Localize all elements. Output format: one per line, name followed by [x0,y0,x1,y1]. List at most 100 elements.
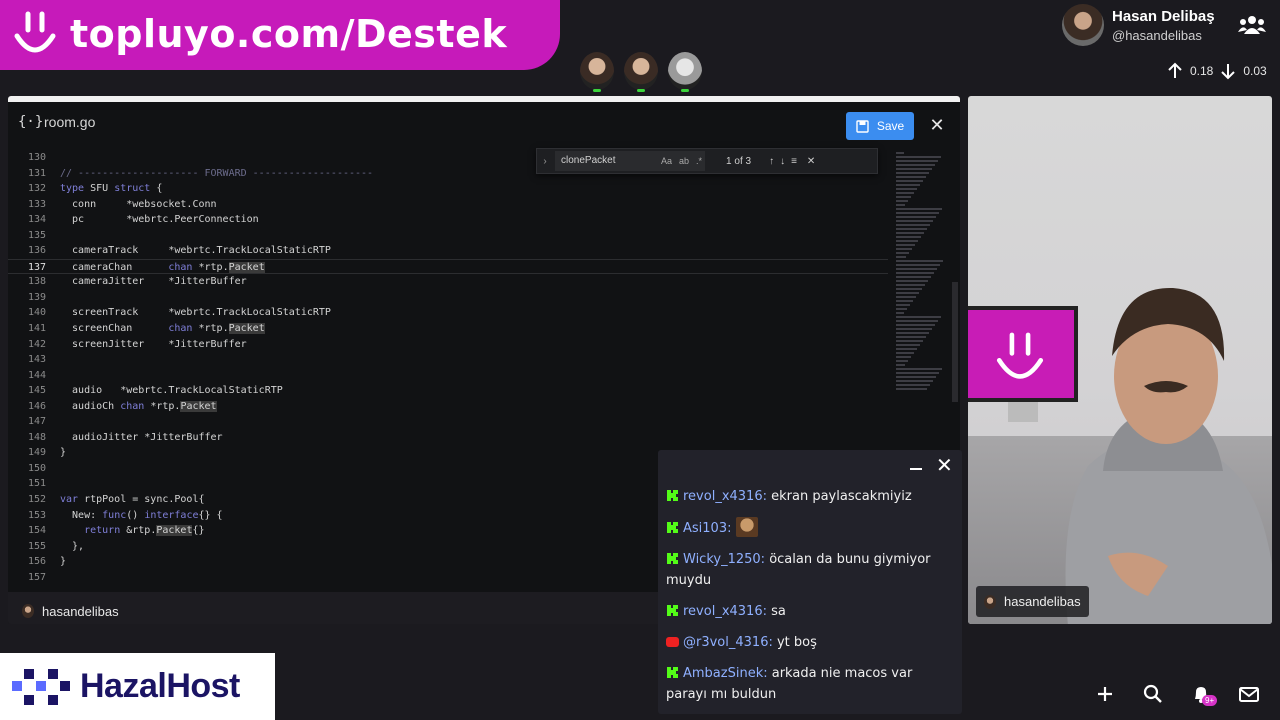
webcam-label: hasandelibas [976,586,1089,617]
mail-icon[interactable] [1238,683,1260,705]
save-icon [856,119,869,133]
chevron-right-icon[interactable]: › [537,156,553,167]
file-braces-icon: {·} [18,114,44,130]
sponsor-banner: HazalHost [0,653,275,720]
code-text: audio *webrtc.TrackLocalStaticRTP [60,385,283,397]
guest-avatar[interactable] [668,52,702,92]
line-number: 140 [27,307,46,319]
code-line[interactable]: 133 conn *websocket.Conn [8,197,888,213]
code-line[interactable]: 136 cameraTrack *webrtc.TrackLocalStatic… [8,243,888,259]
code-line[interactable]: 143 [8,352,888,368]
find-close-icon[interactable]: ✕ [807,156,815,167]
arrow-down-icon [1221,64,1236,80]
minimap-line [896,344,920,346]
code-line[interactable]: 135 [8,228,888,244]
save-button[interactable]: Save [846,112,914,140]
close-editor-icon[interactable]: ✕ [928,116,946,134]
code-line[interactable]: 141 screenChan chan *rtp.Packet [8,321,888,337]
line-number: 139 [27,291,46,303]
code-text: cameraTrack *webrtc.TrackLocalStaticRTP [60,245,331,257]
code-line[interactable]: 140 screenTrack *webrtc.TrackLocalStatic… [8,305,888,321]
guest-avatar[interactable] [624,52,658,92]
minimap-line [896,324,935,326]
line-number: 137 [27,261,46,273]
find-count: 1 of 3 [726,155,752,167]
code-line[interactable]: 146 audioCh chan *rtp.Packet [8,399,888,415]
line-number: 151 [27,478,46,490]
youtube-icon [666,637,679,647]
guest-avatar[interactable] [580,52,614,92]
chat-message: revol_x4316: ekran paylascakmiyiz [658,482,962,513]
people-icon[interactable] [1238,14,1266,36]
line-number: 143 [27,354,46,366]
chat-username[interactable]: Wicky_1250: [683,552,765,567]
sponsor-brand: HazalHost [80,667,240,705]
find-prev-icon[interactable]: ↑ [769,156,774,167]
line-number: 133 [27,198,46,210]
profile-card[interactable]: Hasan Delibaş @hasandelibas [1062,4,1215,46]
line-number: 152 [27,494,46,506]
code-text: var rtpPool = sync.Pool{ [60,494,205,506]
code-text: pc *webrtc.PeerConnection [60,214,259,226]
minimap-line [896,180,923,182]
banner-url: topluyo.com/Destek [70,12,508,56]
match-case-icon[interactable]: Aa [661,156,672,166]
plus-icon[interactable] [1094,683,1116,705]
chat-message: AmbazSinek: arkada nie macos var parayı … [658,659,962,711]
minimap-line [896,272,934,274]
bottom-toolbar: 9+ [1094,683,1260,706]
chat-username[interactable]: @r3vol_4316: [683,635,773,650]
code-text: screenTrack *webrtc.TrackLocalStaticRTP [60,307,331,319]
minimap-line [896,220,933,222]
chat-username[interactable]: AmbazSinek: [683,666,768,681]
chat-messages[interactable]: revol_x4316: ekran paylascakmiyiz Asi103:… [658,482,962,714]
line-number: 148 [27,431,46,443]
minimap-line [896,224,930,226]
minimize-icon[interactable] [910,468,922,470]
minimap-line [896,356,911,358]
profile-name: Hasan Delibaş [1112,7,1215,25]
match-word-icon[interactable]: ab [679,156,689,166]
minimap-line [896,308,907,310]
minimap-line [896,200,908,202]
find-selection-icon[interactable]: ≡ [791,156,797,167]
code-text: cameraJitter *JitterBuffer [60,276,247,288]
chat-username[interactable]: Asi103: [683,521,731,536]
kick-icon [667,605,678,616]
bell-icon[interactable]: 9+ [1190,683,1218,706]
chat-username[interactable]: revol_x4316: [683,489,767,504]
code-line[interactable]: 142 screenJitter *JitterBuffer [8,337,888,353]
close-chat-icon[interactable]: ✕ [936,456,953,476]
code-line[interactable]: 138 cameraJitter *JitterBuffer [8,274,888,290]
code-line[interactable]: 145 audio *webrtc.TrackLocalStaticRTP [8,383,888,399]
line-number: 135 [27,229,46,241]
minimap-line [896,232,924,234]
chat-text: yt boş [776,635,817,650]
code-line[interactable]: 137 cameraChan chan *rtp.Packet [8,258,888,275]
streamer-image [1065,287,1272,624]
minimap-line [896,264,940,266]
line-number: 132 [27,183,46,195]
code-line[interactable]: 132 type SFU struct { [8,181,888,197]
chat-username[interactable]: revol_x4316: [683,604,767,619]
scrollbar[interactable] [952,282,958,402]
minimap-line [896,284,925,286]
code-line[interactable]: 144 [8,368,888,384]
search-icon[interactable] [1142,683,1164,705]
find-next-icon[interactable]: ↓ [780,156,785,167]
line-number: 144 [27,369,46,381]
code-line[interactable]: 139 [8,290,888,306]
code-line[interactable]: 148 audioJitter *JitterBuffer [8,430,888,446]
code-text: audioJitter *JitterBuffer [60,431,223,443]
minimap[interactable] [890,150,950,440]
code-text: conn *websocket.Conn [60,198,217,210]
regex-icon[interactable]: .* [696,156,702,166]
minimap-line [896,372,939,374]
upload-value: 0.18 [1190,64,1214,78]
editor-header: {·} room.go Save ✕ [8,102,960,142]
minimap-line [896,328,932,330]
code-line[interactable]: 147 [8,414,888,430]
code-line[interactable]: 134 pc *webrtc.PeerConnection [8,212,888,228]
